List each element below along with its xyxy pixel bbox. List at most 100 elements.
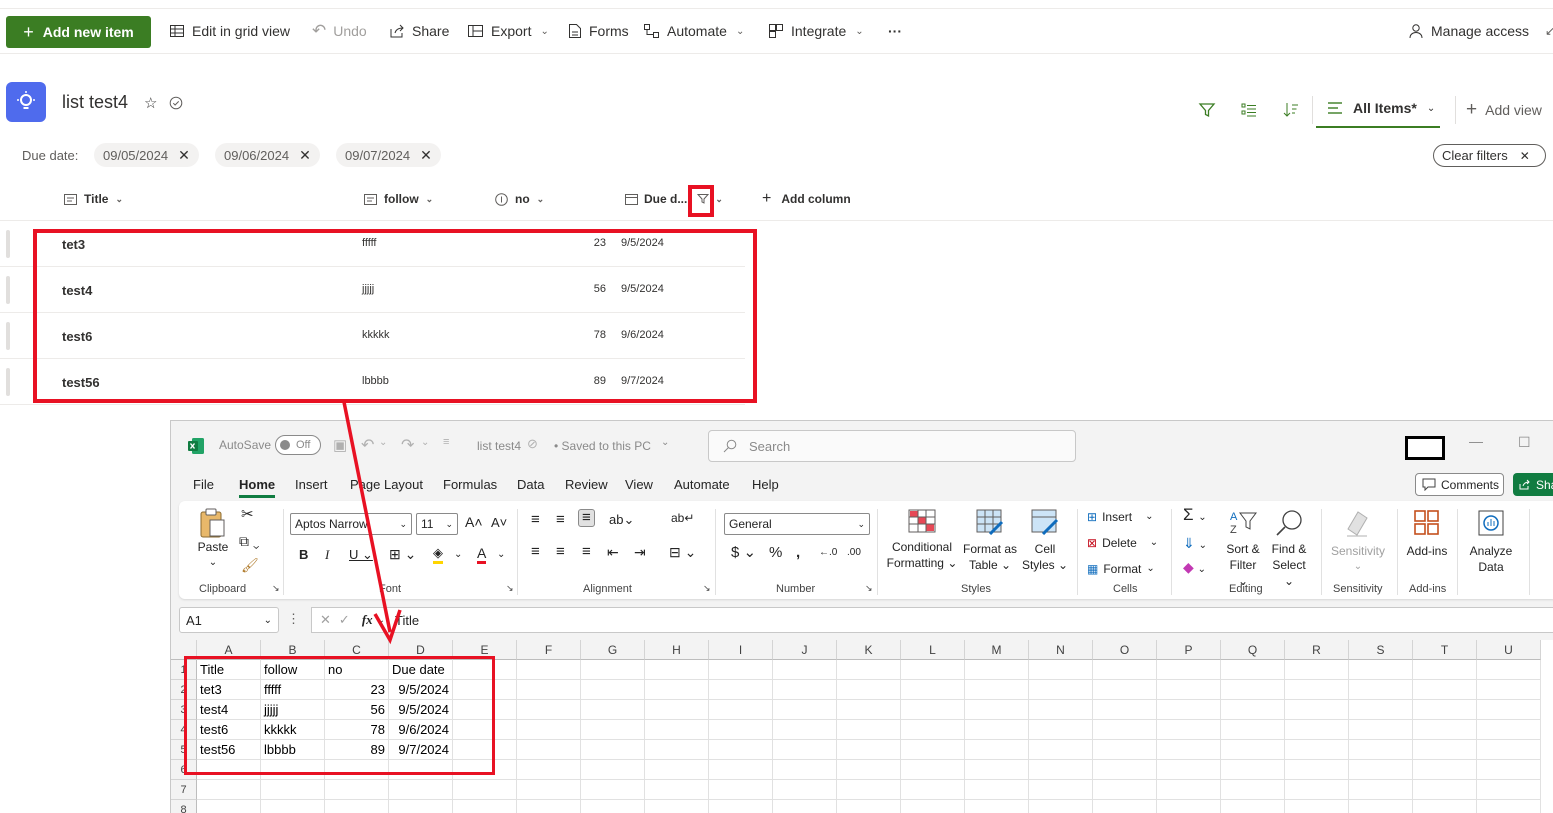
cell-m4[interactable]: [965, 720, 1029, 740]
name-box[interactable]: A1 ⌄: [179, 607, 279, 633]
cell-p1[interactable]: [1157, 660, 1221, 680]
increase-font-icon[interactable]: A˄: [465, 514, 483, 530]
increase-decimal-icon[interactable]: ←.0: [819, 545, 837, 561]
cell-n2[interactable]: [1029, 680, 1093, 700]
cell-l7[interactable]: [901, 780, 965, 800]
fill-icon[interactable]: ⇓ ⌄: [1183, 535, 1207, 554]
check-circle-icon[interactable]: [169, 96, 183, 110]
cell-f2[interactable]: [517, 680, 581, 700]
formula-input[interactable]: ✕ ✓ fx ⌄ Title: [311, 607, 1553, 633]
cell-j8[interactable]: [773, 800, 837, 813]
cell-u3[interactable]: [1477, 700, 1541, 720]
sort-filter-button[interactable]: AZ Sort & Filter ⌄: [1223, 509, 1263, 589]
cell-s1[interactable]: [1349, 660, 1413, 680]
cell-g1[interactable]: [581, 660, 645, 680]
cell-o3[interactable]: [1093, 700, 1157, 720]
cell-c7[interactable]: [325, 780, 389, 800]
cell-h3[interactable]: [645, 700, 709, 720]
cell-p7[interactable]: [1157, 780, 1221, 800]
cell-i5[interactable]: [709, 740, 773, 760]
cell-e7[interactable]: [453, 780, 517, 800]
cell-t5[interactable]: [1413, 740, 1477, 760]
clear-icon[interactable]: ◆ ⌄: [1183, 559, 1206, 578]
cell-q3[interactable]: [1221, 700, 1285, 720]
integrate-button[interactable]: Integrate ⌄: [768, 9, 864, 53]
cell-k3[interactable]: [837, 700, 901, 720]
add-view-button[interactable]: + Add view: [1466, 90, 1542, 130]
row-header[interactable]: 8: [171, 800, 197, 813]
cell-f1[interactable]: [517, 660, 581, 680]
share-button[interactable]: Share: [389, 9, 449, 53]
font-color-icon[interactable]: A: [477, 545, 487, 564]
cell-t6[interactable]: [1413, 760, 1477, 780]
cell-f8[interactable]: [517, 800, 581, 813]
tab-help[interactable]: Help: [752, 477, 779, 492]
dialog-launcher-icon[interactable]: ↘: [703, 583, 711, 594]
dialog-launcher-icon[interactable]: ↘: [865, 583, 873, 594]
collapse-icon[interactable]: ↙: [1545, 9, 1553, 53]
cell-i6[interactable]: [709, 760, 773, 780]
column-header-h[interactable]: H: [645, 640, 709, 660]
cell-r1[interactable]: [1285, 660, 1349, 680]
tab-home[interactable]: Home: [239, 477, 276, 498]
cell-h8[interactable]: [645, 800, 709, 813]
column-header-f[interactable]: F: [517, 640, 581, 660]
close-icon[interactable]: ✕: [299, 147, 311, 164]
decrease-font-icon[interactable]: A˅: [491, 515, 507, 531]
row-select-handle[interactable]: [6, 276, 10, 304]
autosum-icon[interactable]: Σ ⌄: [1183, 506, 1207, 526]
undo-button[interactable]: ↶ Undo: [312, 9, 367, 53]
cell-s5[interactable]: [1349, 740, 1413, 760]
cell-h1[interactable]: [645, 660, 709, 680]
cell-k1[interactable]: [837, 660, 901, 680]
cell-n5[interactable]: [1029, 740, 1093, 760]
align-right-icon[interactable]: ≡: [582, 544, 591, 560]
tab-formulas[interactable]: Formulas: [443, 477, 497, 492]
cell-m7[interactable]: [965, 780, 1029, 800]
align-top-icon[interactable]: ≡: [531, 512, 540, 528]
fill-color-icon[interactable]: ◈: [433, 545, 443, 564]
search-box[interactable]: Search: [708, 430, 1076, 462]
cell-s4[interactable]: [1349, 720, 1413, 740]
cell-g2[interactable]: [581, 680, 645, 700]
cell-q6[interactable]: [1221, 760, 1285, 780]
cell-m1[interactable]: [965, 660, 1029, 680]
close-icon[interactable]: ✕: [178, 147, 190, 164]
format-cells-button[interactable]: ▦ Format ⌄: [1087, 561, 1155, 577]
tab-insert[interactable]: Insert: [295, 477, 328, 492]
tab-automate[interactable]: Automate: [674, 477, 730, 492]
filter-pill[interactable]: 09/07/2024 ✕: [336, 143, 441, 167]
cell-b8[interactable]: [261, 800, 325, 813]
edit-grid-button[interactable]: Edit in grid view: [169, 9, 290, 53]
cell-n1[interactable]: [1029, 660, 1093, 680]
cell-g6[interactable]: [581, 760, 645, 780]
column-header-i[interactable]: I: [709, 640, 773, 660]
cell-h7[interactable]: [645, 780, 709, 800]
column-header-s[interactable]: S: [1349, 640, 1413, 660]
row-select-handle[interactable]: [6, 322, 10, 350]
column-header-n[interactable]: N: [1029, 640, 1093, 660]
cell-o1[interactable]: [1093, 660, 1157, 680]
cell-f4[interactable]: [517, 720, 581, 740]
cell-u2[interactable]: [1477, 680, 1541, 700]
column-header-r[interactable]: R: [1285, 640, 1349, 660]
column-header-follow[interactable]: follow ⌄: [364, 190, 433, 208]
cell-s3[interactable]: [1349, 700, 1413, 720]
cell-p2[interactable]: [1157, 680, 1221, 700]
cell-u6[interactable]: [1477, 760, 1541, 780]
cell-t1[interactable]: [1413, 660, 1477, 680]
cell-m6[interactable]: [965, 760, 1029, 780]
cell-n7[interactable]: [1029, 780, 1093, 800]
column-header-u[interactable]: U: [1477, 640, 1541, 660]
manage-access-button[interactable]: Manage access: [1408, 9, 1529, 53]
column-header-title[interactable]: Title ⌄: [64, 190, 123, 208]
column-header-q[interactable]: Q: [1221, 640, 1285, 660]
chevron-down-icon[interactable]: ⌄: [497, 547, 505, 563]
cell-t4[interactable]: [1413, 720, 1477, 740]
cell-r5[interactable]: [1285, 740, 1349, 760]
cell-o7[interactable]: [1093, 780, 1157, 800]
align-center-icon[interactable]: ≡: [556, 544, 565, 560]
chevron-down-icon[interactable]: ⌄: [421, 437, 429, 448]
cell-i2[interactable]: [709, 680, 773, 700]
cell-l3[interactable]: [901, 700, 965, 720]
